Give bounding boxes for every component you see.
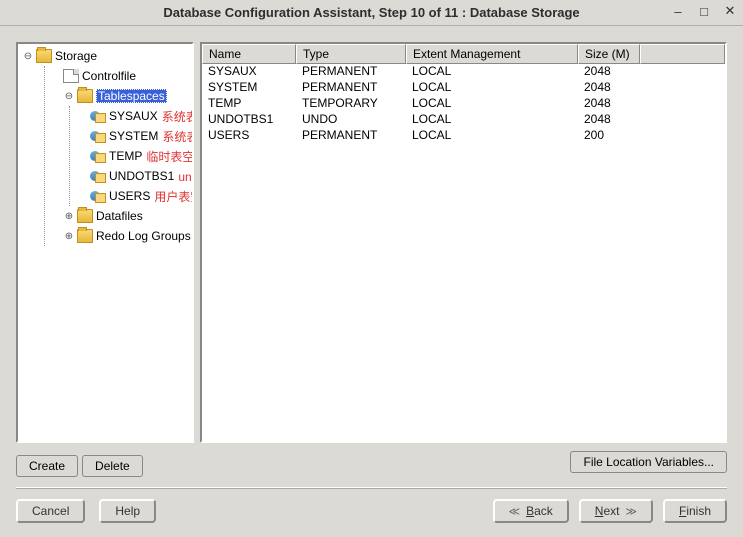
tree-panel[interactable]: ⊖ Storage Controlfile ⊖ Tablespaces xyxy=(16,42,194,443)
folder-icon xyxy=(36,49,52,63)
next-button[interactable]: Next ≫ xyxy=(579,499,653,523)
tree-node-controlfile[interactable]: Controlfile xyxy=(45,66,190,86)
tree-node-users[interactable]: USERS 用户表空间 xyxy=(72,186,190,206)
table-body[interactable]: SYSAUX PERMANENT LOCAL 2048 SYSTEM PERMA… xyxy=(202,64,725,441)
collapse-icon[interactable]: ⊖ xyxy=(63,90,75,102)
annotation: 用户表空间 xyxy=(154,188,194,205)
tree-label-selected: Tablespaces xyxy=(96,89,167,103)
cancel-button[interactable]: Cancel xyxy=(16,499,85,523)
annotation: undo表空间 xyxy=(178,168,194,185)
col-header-extent[interactable]: Extent Management xyxy=(406,44,578,64)
cell-size: 2048 xyxy=(578,80,640,96)
col-header-type[interactable]: Type xyxy=(296,44,406,64)
chevron-left-icon: ≪ xyxy=(509,505,521,518)
table-panel: Name Type Extent Management Size (M) SYS… xyxy=(200,42,727,443)
file-icon xyxy=(63,69,79,83)
finish-button[interactable]: Finish xyxy=(663,499,727,523)
chevron-right-icon: ≫ xyxy=(625,505,637,518)
tree-label: Storage xyxy=(55,49,97,63)
col-header-name[interactable]: Name xyxy=(202,44,296,64)
cell-ext: LOCAL xyxy=(406,128,578,144)
delete-button[interactable]: Delete xyxy=(82,455,143,477)
table-row[interactable]: SYSAUX PERMANENT LOCAL 2048 xyxy=(202,64,725,80)
cell-size: 2048 xyxy=(578,112,640,128)
cell-type: PERMANENT xyxy=(296,64,406,80)
minimize-icon[interactable]: – xyxy=(671,4,685,18)
tree-label: UNDOTBS1 xyxy=(109,169,174,183)
table-row[interactable]: TEMP TEMPORARY LOCAL 2048 xyxy=(202,96,725,112)
cell-name: TEMP xyxy=(202,96,296,112)
window-controls: – □ ✕ xyxy=(671,4,737,18)
cell-type: UNDO xyxy=(296,112,406,128)
table-row[interactable]: UNDOTBS1 UNDO LOCAL 2048 xyxy=(202,112,725,128)
cell-ext: LOCAL xyxy=(406,96,578,112)
cell-size: 200 xyxy=(578,128,640,144)
tree-node-undotbs1[interactable]: UNDOTBS1 undo表空间 xyxy=(72,166,190,186)
window-title: Database Configuration Assistant, Step 1… xyxy=(163,5,579,20)
cell-name: UNDOTBS1 xyxy=(202,112,296,128)
tree-label: Controlfile xyxy=(82,69,136,83)
folder-icon xyxy=(77,89,93,103)
tree-label: Datafiles xyxy=(96,209,143,223)
cell-size: 2048 xyxy=(578,64,640,80)
tree-label: USERS xyxy=(109,189,150,203)
folder-icon xyxy=(77,209,93,223)
window: Database Configuration Assistant, Step 1… xyxy=(0,0,743,537)
expand-icon[interactable]: ⊕ xyxy=(63,230,75,242)
separator xyxy=(16,487,727,489)
table-header: Name Type Extent Management Size (M) xyxy=(202,44,725,64)
col-header-size[interactable]: Size (M) xyxy=(578,44,640,64)
cell-ext: LOCAL xyxy=(406,112,578,128)
cell-ext: LOCAL xyxy=(406,64,578,80)
tree-node-tablespaces[interactable]: ⊖ Tablespaces xyxy=(45,86,190,106)
file-location-variables-button[interactable]: File Location Variables... xyxy=(570,451,727,473)
annotation: 临时表空间 xyxy=(146,148,194,165)
tree-node-storage[interactable]: ⊖ Storage xyxy=(20,46,190,66)
cell-type: TEMPORARY xyxy=(296,96,406,112)
expand-icon[interactable]: ⊕ xyxy=(63,210,75,222)
titlebar: Database Configuration Assistant, Step 1… xyxy=(0,0,743,26)
table-row[interactable]: USERS PERMANENT LOCAL 200 xyxy=(202,128,725,144)
close-icon[interactable]: ✕ xyxy=(723,4,737,18)
tablespace-icon xyxy=(90,129,106,143)
tree-label: TEMP xyxy=(109,149,142,163)
cell-name: USERS xyxy=(202,128,296,144)
annotation: 系统表空间 xyxy=(162,128,194,145)
tree-node-temp[interactable]: TEMP 临时表空间 xyxy=(72,146,190,166)
table-row[interactable]: SYSTEM PERMANENT LOCAL 2048 xyxy=(202,80,725,96)
tablespace-icon xyxy=(90,169,106,183)
tablespace-icon xyxy=(90,189,106,203)
tree-node-redolog[interactable]: ⊕ Redo Log Groups xyxy=(45,226,190,246)
tree-node-datafiles[interactable]: ⊕ Datafiles xyxy=(45,206,190,226)
collapse-icon[interactable]: ⊖ xyxy=(22,50,34,62)
tree-label: Redo Log Groups xyxy=(96,229,191,243)
cell-name: SYSAUX xyxy=(202,64,296,80)
cell-type: PERMANENT xyxy=(296,80,406,96)
col-header-blank xyxy=(640,44,725,64)
create-button[interactable]: Create xyxy=(16,455,78,477)
cell-name: SYSTEM xyxy=(202,80,296,96)
main-content: ⊖ Storage Controlfile ⊖ Tablespaces xyxy=(0,26,743,487)
back-button[interactable]: ≪ Back xyxy=(493,499,569,523)
maximize-icon[interactable]: □ xyxy=(697,4,711,18)
tree-node-system[interactable]: SYSTEM 系统表空间 xyxy=(72,126,190,146)
help-button[interactable]: Help xyxy=(99,499,156,523)
tree-label: SYSAUX xyxy=(109,109,158,123)
cell-size: 2048 xyxy=(578,96,640,112)
tablespace-icon xyxy=(90,109,106,123)
cell-type: PERMANENT xyxy=(296,128,406,144)
tree-label: SYSTEM xyxy=(109,129,158,143)
tablespace-icon xyxy=(90,149,106,163)
folder-icon xyxy=(77,229,93,243)
annotation: 系统表空间 xyxy=(162,108,194,125)
cell-ext: LOCAL xyxy=(406,80,578,96)
tree-node-sysaux[interactable]: SYSAUX 系统表空间 xyxy=(72,106,190,126)
footer: Cancel Help ≪ Back Next ≫ Finish xyxy=(0,499,743,537)
